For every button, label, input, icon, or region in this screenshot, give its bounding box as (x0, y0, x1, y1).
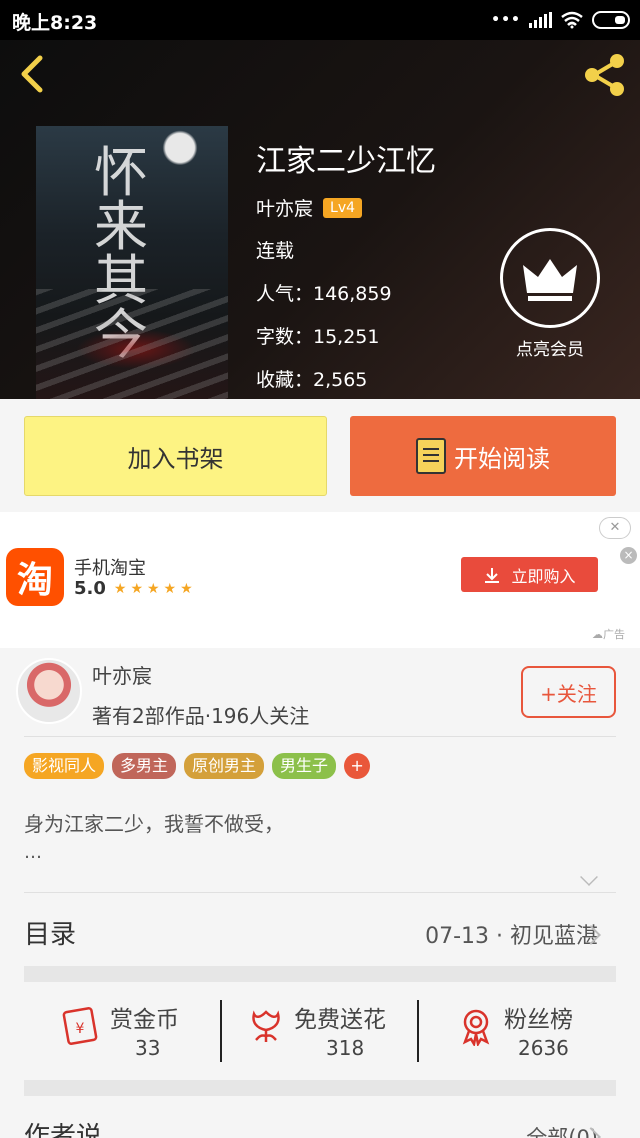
stat-label: 赏金币 (110, 1007, 179, 1033)
stat-label: 粉丝榜 (504, 1007, 573, 1033)
follow-button[interactable]: +关注 (521, 666, 616, 718)
status-bar: 晚上8:23 ••• (0, 0, 640, 40)
section-divider (24, 966, 616, 982)
toc-label[interactable]: 目录 (24, 914, 76, 951)
tag-item[interactable]: 男生子 (272, 753, 337, 779)
svg-text:¥: ¥ (76, 1021, 85, 1037)
author-says-label: 作者说 (24, 1122, 103, 1138)
more-tags-button[interactable]: + (344, 753, 371, 779)
author-line: 叶亦宸 Lv4 (256, 194, 363, 221)
download-icon (485, 567, 500, 583)
fan-ranking-button[interactable]: 粉丝榜 2636 (456, 996, 596, 1066)
ad-buy-button[interactable]: 立即购入 (461, 557, 598, 592)
book-title: 江家二少江忆 (256, 144, 436, 179)
level-badge: Lv4 (323, 197, 363, 218)
ad-close-button[interactable]: ✕ (599, 517, 631, 539)
signal-icon (529, 12, 552, 28)
book-cover[interactable]: 怀来其今 (36, 126, 228, 399)
ad-mark: ☁广告 (592, 628, 625, 641)
author-stats: 著有2部作品·196人关注 (92, 704, 310, 728)
crown-icon (523, 259, 577, 301)
ad-banner[interactable]: ✕ 淘 手机淘宝 5.0 ★★★★★ 立即购入 × ☁广告 (0, 512, 640, 648)
author-section: 叶亦宸 著有2部作品·196人关注 +关注 影视同人 多男主 原创男主 男生子 … (0, 648, 640, 1138)
book-status: 连载 (256, 240, 295, 262)
status-icons: ••• (491, 10, 630, 30)
book-favorites: 收藏：2,565 (256, 369, 368, 391)
stat-value: 318 (326, 1036, 365, 1060)
ad-buy-label: 立即购入 (511, 566, 576, 586)
book-word-count: 字数：15,251 (256, 326, 380, 348)
stat-value: 33 (135, 1036, 161, 1060)
author-profile-name[interactable]: 叶亦宸 (92, 660, 152, 689)
vip-crown-button[interactable] (500, 228, 600, 328)
author-avatar[interactable] (16, 658, 82, 724)
battery-icon (592, 11, 630, 29)
add-to-shelf-label: 加入书架 (127, 444, 224, 473)
expand-chevron-icon[interactable] (580, 868, 598, 886)
book-icon (416, 438, 446, 474)
add-to-shelf-button[interactable]: 加入书架 (24, 416, 327, 496)
divider (417, 1000, 419, 1062)
ad-rating: 5.0 ★★★★★ (74, 578, 197, 599)
book-header: 怀来其今 江家二少江忆 叶亦宸 Lv4 连载 人气：146,859 字数：15,… (0, 40, 640, 399)
stat-label: 免费送花 (294, 1007, 386, 1033)
divider (220, 1000, 222, 1062)
book-intro: 身为江家二少，我誓不做受， (24, 812, 284, 836)
taobao-logo-icon: 淘 (6, 548, 64, 606)
star-rating-icon: ★★★★★ (113, 580, 197, 597)
flower-icon (252, 1010, 280, 1042)
toc-latest-chapter[interactable]: 07-13 · 初见蓝湛 (425, 918, 598, 950)
stat-value: 2636 (518, 1036, 569, 1060)
back-icon[interactable] (16, 54, 46, 94)
book-intro-ellipsis: … (24, 842, 42, 863)
medal-icon (462, 1009, 490, 1046)
ad-app-name: 手机淘宝 (74, 558, 146, 579)
book-popularity: 人气：146,859 (256, 283, 392, 305)
tag-item[interactable]: 原创男主 (184, 753, 265, 779)
divider (24, 892, 616, 893)
wifi-icon (561, 11, 583, 29)
tag-list: 影视同人 多男主 原创男主 男生子 + (24, 753, 371, 779)
divider (24, 736, 616, 737)
send-flowers-button[interactable]: 免费送花 318 (246, 996, 416, 1066)
reward-coins-button[interactable]: ¥ 赏金币 33 (60, 996, 220, 1066)
start-reading-button[interactable]: 开始阅读 (350, 416, 616, 496)
author-name[interactable]: 叶亦宸 (256, 194, 313, 221)
red-envelope-icon: ¥ (62, 1007, 98, 1045)
status-time: 晚上8:23 (12, 12, 98, 34)
more-dots-icon: ••• (491, 12, 521, 28)
vip-label[interactable]: 点亮会员 (500, 335, 600, 360)
tag-item[interactable]: 影视同人 (24, 753, 105, 779)
tag-item[interactable]: 多男主 (112, 753, 177, 779)
start-reading-label: 开始阅读 (454, 444, 550, 473)
ad-dismiss-icon[interactable]: × (620, 547, 637, 564)
ad-rating-value: 5.0 (74, 578, 106, 599)
share-icon[interactable] (582, 52, 628, 98)
section-divider (24, 1080, 616, 1096)
